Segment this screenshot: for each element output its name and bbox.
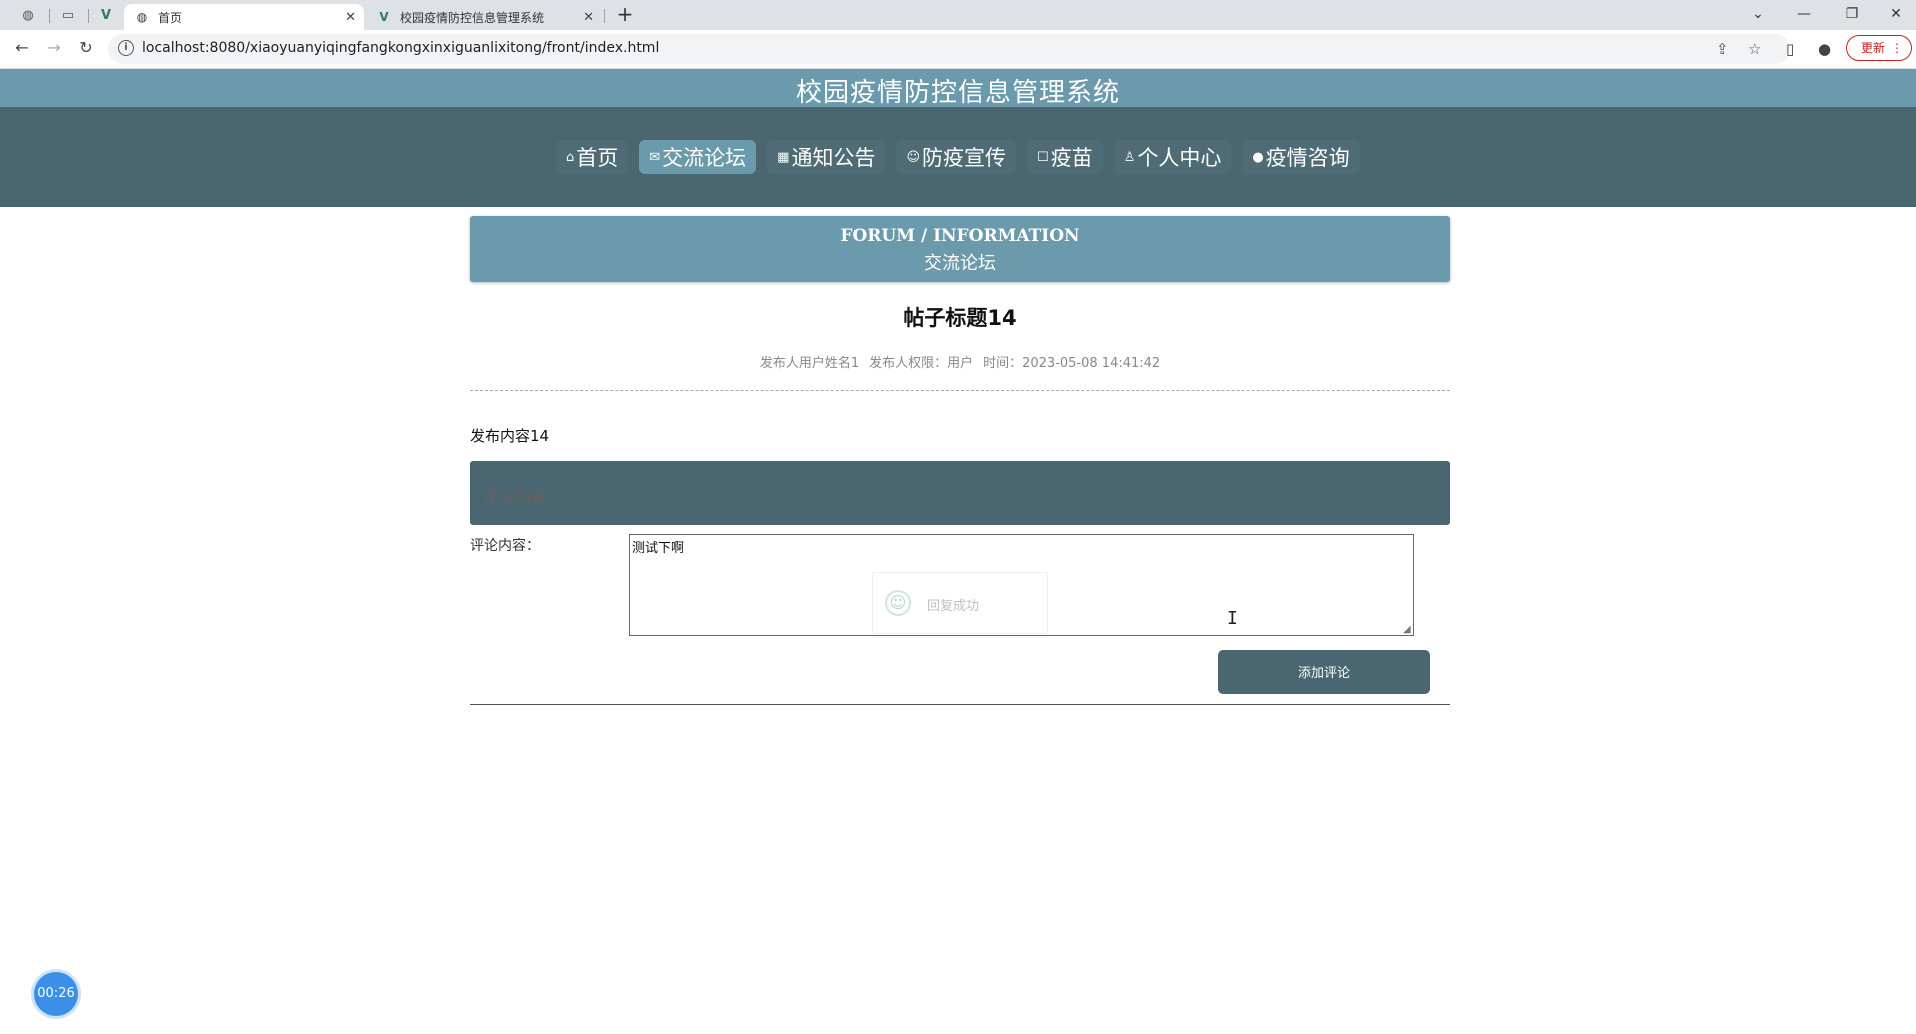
nav-item-home[interactable]: ⌂ 首页: [556, 140, 629, 174]
chat-icon: ●: [1252, 149, 1264, 165]
divider: [470, 704, 1450, 705]
post-author: 发布人用户姓名1: [759, 356, 860, 371]
close-icon[interactable]: ✕: [345, 10, 356, 25]
browser-toolbar: ← → ↻ i localhost:8080/xiaoyuanyiqingfan…: [0, 30, 1916, 69]
vue-icon: V: [379, 10, 389, 24]
nav-item-consult[interactable]: ● 疫情咨询: [1242, 140, 1360, 174]
post-title: 帖子标题14: [903, 306, 1017, 330]
post-content: 发布内容14: [470, 427, 550, 445]
recording-timer[interactable]: 00:26: [34, 972, 78, 1016]
update-label: 更新: [1861, 41, 1886, 55]
post-time: 时间：2023-05-08 14:41:42: [983, 356, 1161, 371]
site-header: 校园疫情防控信息管理系统: [0, 69, 1916, 108]
tab-system[interactable]: V 校园疫情防控信息管理系统 ✕: [366, 4, 602, 30]
nav-item-propaganda[interactable]: ☺ 防疫宣传: [896, 140, 1017, 174]
home-icon: ⌂: [566, 149, 575, 165]
globe-icon: ◍: [136, 10, 148, 24]
resize-grip-icon[interactable]: ◢: [1403, 624, 1411, 635]
tab-separator: [88, 9, 89, 23]
nav-item-vaccine[interactable]: ☐ 疫苗: [1027, 140, 1103, 174]
tab-home[interactable]: ◍ 首页 ✕: [124, 4, 364, 30]
nav-label: 个人中心: [1137, 146, 1222, 170]
address-bar[interactable]: i localhost:8080/xiaoyuanyiqingfangkongx…: [108, 34, 1790, 64]
back-arrow-icon[interactable]: ←: [10, 38, 34, 57]
smile-icon: ☺: [906, 149, 921, 165]
section-heading: FORUM / INFORMATION 交流论坛: [470, 216, 1450, 282]
nav-items: ⌂ 首页 ✉ 交流论坛 ▦ 通知公告 ☺ 防疫宣传 ☐ 疫苗 ♙ 个人中心 ● 疫情咨询: [556, 140, 1371, 174]
update-button[interactable]: 更新 ⋮: [1846, 35, 1912, 61]
pinned-tab-vue-icon[interactable]: V: [92, 4, 120, 26]
tab-search-chevron-icon[interactable]: ⌄: [1738, 2, 1778, 26]
section-title-cn: 交流论坛: [924, 253, 996, 274]
comment-list-header: 评论列表: [470, 461, 1450, 525]
bookmark-star-icon[interactable]: ☆: [1748, 40, 1761, 58]
tab-separator: [49, 9, 50, 23]
tab-separator: [604, 9, 605, 23]
nav-label: 首页: [576, 146, 619, 170]
new-tab-plus-icon[interactable]: +: [612, 2, 638, 26]
tab-title: 校园疫情防控信息管理系统: [400, 10, 545, 25]
nav-label: 疫苗: [1050, 146, 1093, 170]
text-cursor-icon: I: [1227, 608, 1238, 629]
section-title-en: FORUM / INFORMATION: [840, 226, 1080, 246]
profile-avatar-icon[interactable]: ●: [1818, 40, 1831, 58]
nav-item-notice[interactable]: ▦ 通知公告: [767, 140, 886, 174]
nav-item-personal-center[interactable]: ♙ 个人中心: [1113, 140, 1232, 174]
add-comment-button[interactable]: 添加评论: [1218, 650, 1430, 694]
square-icon: ☐: [1037, 149, 1049, 165]
side-panel-icon[interactable]: ▯: [1786, 40, 1794, 58]
window-close-icon[interactable]: ✕: [1876, 2, 1916, 26]
pinned-tab-globe-icon[interactable]: ◍: [14, 4, 42, 26]
site-title: 校园疫情防控信息管理系统: [795, 78, 1120, 108]
url-text: localhost:8080/xiaoyuanyiqingfangkongxin…: [142, 40, 660, 56]
tab-title: 首页: [158, 10, 183, 25]
smile-icon: ☺: [885, 590, 911, 616]
browser-tab-bar: ◍ ▭ V ◍ 首页 ✕ V 校园疫情防控信息管理系统 ✕ + ⌄ — ❐ ✕: [0, 0, 1916, 30]
main-navbar: ⌂ 首页 ✉ 交流论坛 ▦ 通知公告 ☺ 防疫宣传 ☐ 疫苗 ♙ 个人中心 ● 疫情咨询: [0, 107, 1916, 207]
nav-label: 疫情咨询: [1265, 146, 1350, 170]
comment-list-title: 评论列表: [482, 488, 547, 507]
restore-icon[interactable]: ❐: [1832, 2, 1872, 26]
grid-icon: ▦: [777, 149, 790, 165]
share-icon[interactable]: ⇪: [1716, 40, 1729, 58]
pinned-tab-blank-icon[interactable]: ▭: [54, 4, 82, 26]
divider: [470, 390, 1450, 391]
minimize-icon[interactable]: —: [1784, 2, 1824, 26]
post-meta: 发布人用户姓名1 发布人权限：用户 时间：2023-05-08 14:41:42: [470, 352, 1450, 371]
mail-icon: ✉: [649, 149, 661, 165]
nav-label: 通知公告: [791, 146, 876, 170]
nav-label: 防疫宣传: [922, 146, 1007, 170]
user-icon: ♙: [1123, 149, 1136, 165]
site-info-icon[interactable]: i: [118, 40, 134, 56]
reload-icon[interactable]: ↻: [74, 38, 98, 57]
nav-label: 交流论坛: [662, 146, 747, 170]
close-icon[interactable]: ✕: [583, 10, 594, 25]
success-toast: ☺ 回复成功: [872, 572, 1048, 634]
toast-message: 回复成功: [927, 599, 980, 614]
comment-field-label: 评论内容：: [470, 538, 540, 554]
forward-arrow-icon[interactable]: →: [42, 38, 66, 57]
post-role: 发布人权限：用户: [869, 356, 974, 371]
more-menu-icon: ⋮: [1891, 41, 1903, 55]
nav-item-forum[interactable]: ✉ 交流论坛: [639, 140, 757, 174]
